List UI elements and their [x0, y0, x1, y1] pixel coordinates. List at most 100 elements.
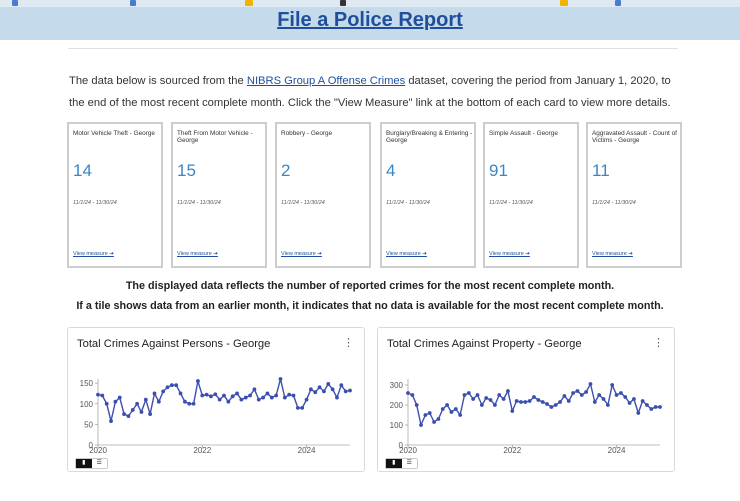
- data-point: [300, 405, 305, 410]
- data-point: [419, 423, 423, 427]
- nibrs-dataset-link[interactable]: NIBRS Group A Offense Crimes: [247, 75, 405, 87]
- data-point: [104, 401, 109, 406]
- data-point: [562, 394, 567, 398]
- data-point: [117, 395, 122, 400]
- data-point: [130, 408, 135, 412]
- kpi-card-theft-from-motor-vehicle: Theft From Motor Vehicle - George 15 11/…: [171, 122, 267, 268]
- data-point: [610, 383, 615, 387]
- data-point: [265, 391, 270, 396]
- view-measure-link[interactable]: View measure ➔: [281, 251, 322, 257]
- x-tick-label: 2024: [608, 446, 626, 453]
- data-point: [445, 403, 450, 407]
- kpi-value: 11: [592, 161, 610, 180]
- data-point: [317, 385, 322, 390]
- data-point: [649, 407, 654, 411]
- view-measure-link[interactable]: View measure ➔: [489, 251, 530, 257]
- view-measure-link[interactable]: View measure ➔: [386, 251, 427, 257]
- data-point: [584, 390, 589, 394]
- kpi-card-robbery: Robbery - George 2 11/1/24 - 11/30/24 Vi…: [275, 122, 371, 268]
- view-measure-link[interactable]: View measure ➔: [592, 251, 633, 257]
- data-point: [222, 393, 226, 398]
- data-point: [308, 387, 313, 392]
- data-point: [605, 403, 610, 407]
- chart-title: Total Crimes Against Property - George: [387, 338, 582, 350]
- data-point: [269, 395, 274, 400]
- data-point: [492, 403, 497, 407]
- chart-title: Total Crimes Against Persons - George: [77, 338, 271, 350]
- kpi-title: Robbery - George: [281, 130, 333, 137]
- view-measure-link[interactable]: View measure ➔: [177, 251, 218, 257]
- view-measure-link[interactable]: View measure ➔: [73, 251, 114, 257]
- y-tick-label: 300: [390, 381, 404, 390]
- data-point: [484, 396, 489, 400]
- note-line-1: The displayed data reflects the number o…: [125, 280, 615, 292]
- data-point: [506, 389, 510, 393]
- data-point: [618, 391, 623, 395]
- data-point: [113, 399, 118, 404]
- data-point: [96, 392, 100, 397]
- data-point: [196, 379, 200, 383]
- kpi-card-simple-assault: Simple Assault - George 91 11/1/24 - 11/…: [483, 122, 579, 268]
- data-point: [304, 397, 309, 402]
- y-tick-label: 150: [80, 379, 94, 388]
- data-point: [519, 400, 523, 404]
- bar-chart-icon[interactable]: ▮: [76, 459, 92, 468]
- kpi-title: Simple Assault - George: [489, 130, 558, 137]
- data-point: [423, 413, 428, 417]
- kebab-menu-icon[interactable]: ⋮: [653, 338, 664, 349]
- data-point: [109, 419, 113, 423]
- data-point: [204, 392, 209, 397]
- view-toggle: ▮ ☰: [385, 458, 418, 469]
- kpi-date-range: 11/1/24 - 11/30/24: [281, 200, 325, 206]
- data-point: [135, 401, 140, 406]
- data-point: [165, 385, 170, 390]
- data-point: [579, 393, 584, 397]
- data-point: [139, 410, 144, 414]
- data-point: [248, 393, 252, 398]
- data-point: [209, 394, 213, 399]
- banner-nav-strip: [0, 0, 740, 7]
- data-point: [466, 391, 471, 395]
- data-point: [575, 389, 580, 393]
- kpi-date-range: 11/1/24 - 11/30/24: [177, 200, 221, 206]
- persons-line-chart: 0501001502020 2022 2024: [80, 377, 352, 453]
- x-tick-label: 2024: [298, 446, 316, 453]
- data-point: [532, 395, 536, 399]
- data-point: [143, 397, 148, 402]
- kpi-title: Aggravated Assault - Count of Victims - …: [592, 130, 677, 144]
- kpi-value: 14: [73, 161, 92, 180]
- data-point: [523, 400, 528, 404]
- kpi-title: Burglary/Breaking & Entering - George: [386, 130, 473, 144]
- data-point: [243, 395, 248, 400]
- data-point: [614, 393, 619, 397]
- table-icon[interactable]: ☰: [401, 459, 417, 468]
- data-point: [414, 403, 419, 407]
- data-point: [252, 387, 257, 392]
- bar-chart-icon[interactable]: ▮: [386, 459, 402, 468]
- data-point: [295, 405, 300, 410]
- kpi-value: 91: [489, 161, 508, 180]
- kpi-value: 15: [177, 161, 196, 180]
- chart-card-persons: Total Crimes Against Persons - George ⋮ …: [67, 327, 365, 472]
- table-icon[interactable]: ☰: [91, 459, 107, 468]
- data-point: [549, 405, 554, 409]
- kpi-value: 4: [386, 161, 396, 180]
- data-point: [313, 390, 318, 395]
- data-point: [658, 405, 662, 409]
- kpi-date-range: 11/1/24 - 11/30/24: [592, 200, 636, 206]
- data-point: [230, 394, 235, 399]
- data-point: [545, 402, 549, 406]
- data-point: [348, 388, 352, 393]
- data-point: [200, 393, 205, 398]
- data-point: [632, 397, 636, 401]
- kebab-menu-icon[interactable]: ⋮: [343, 338, 354, 349]
- data-point: [326, 382, 331, 386]
- data-point: [239, 397, 244, 402]
- data-point: [449, 410, 454, 414]
- data-point: [588, 382, 593, 386]
- data-point: [540, 400, 545, 404]
- x-tick-label: 2022: [193, 446, 211, 453]
- data-point: [278, 377, 283, 381]
- page-title[interactable]: File a Police Report: [0, 9, 740, 32]
- data-point: [501, 397, 506, 401]
